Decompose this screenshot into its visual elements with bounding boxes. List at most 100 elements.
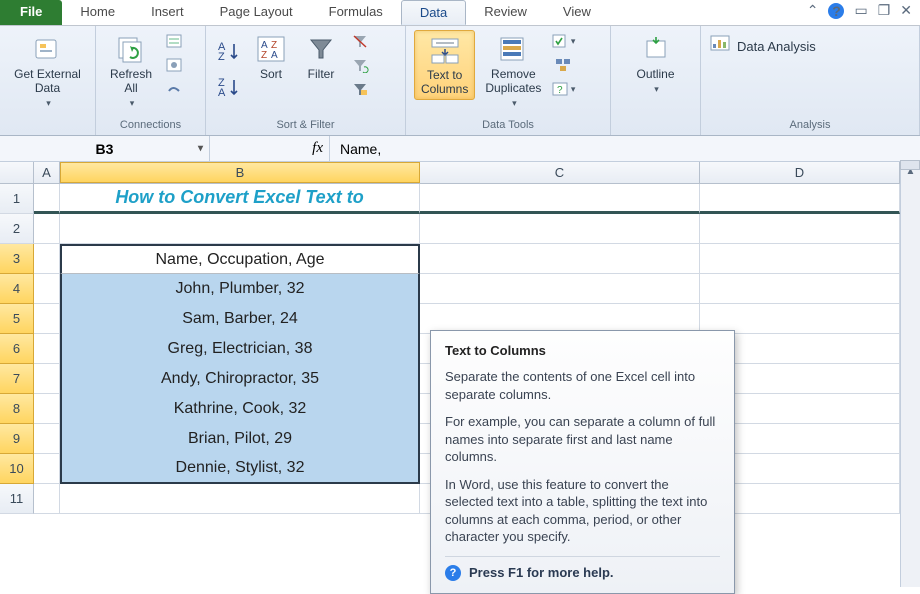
refresh-icon — [114, 32, 148, 66]
cell[interactable] — [700, 274, 900, 304]
properties-button[interactable] — [162, 54, 186, 76]
cell[interactable] — [60, 484, 420, 514]
cell[interactable]: John, Plumber, 32 — [60, 274, 420, 304]
get-external-data-button[interactable]: Get External Data — [8, 30, 87, 110]
svg-text:A: A — [271, 50, 278, 61]
cell[interactable]: Dennie, Stylist, 32 — [60, 454, 420, 484]
outline-icon — [639, 32, 673, 66]
sort-desc-button[interactable]: ZA — [214, 72, 244, 102]
tab-home[interactable]: Home — [62, 0, 133, 25]
cell[interactable] — [34, 424, 60, 454]
group-label-outline — [615, 129, 696, 135]
refresh-all-button[interactable]: Refresh All — [104, 30, 158, 110]
filter-button[interactable]: Filter — [298, 30, 344, 84]
data-analysis-button[interactable]: Data Analysis — [709, 34, 816, 59]
tab-view[interactable]: View — [545, 0, 609, 25]
clear-filter-button[interactable] — [348, 30, 372, 52]
text-to-columns-button[interactable]: Text to Columns — [414, 30, 475, 100]
connections-button[interactable] — [162, 30, 186, 52]
tab-file[interactable]: File — [0, 0, 62, 25]
reapply-filter-button[interactable] — [348, 54, 372, 76]
minimize-ribbon-icon[interactable]: ⌃ — [807, 2, 819, 19]
tooltip-title: Text to Columns — [445, 343, 720, 358]
row-header[interactable]: 5 — [0, 304, 34, 334]
row-header[interactable]: 9 — [0, 424, 34, 454]
cell[interactable]: Sam, Barber, 24 — [60, 304, 420, 334]
formula-value[interactable]: Name, — [330, 141, 381, 157]
help-icon: ? — [445, 565, 461, 581]
cell[interactable]: Andy, Chiropractor, 35 — [60, 364, 420, 394]
col-header-d[interactable]: D — [700, 162, 900, 183]
cell[interactable] — [420, 184, 700, 214]
cell[interactable] — [60, 214, 420, 244]
chevron-down-icon[interactable]: ▾ — [198, 143, 203, 154]
tab-review[interactable]: Review — [466, 0, 545, 25]
cell[interactable] — [34, 334, 60, 364]
tooltip-text-to-columns: Text to Columns Separate the contents of… — [430, 330, 735, 594]
select-all-corner[interactable] — [0, 162, 34, 183]
cell[interactable]: Brian, Pilot, 29 — [60, 424, 420, 454]
row-header[interactable]: 6 — [0, 334, 34, 364]
cell[interactable] — [34, 304, 60, 334]
whatif-button[interactable]: ? — [551, 78, 575, 100]
column-headers: A B C D — [0, 162, 920, 184]
cell[interactable] — [34, 214, 60, 244]
tab-formulas[interactable]: Formulas — [311, 0, 401, 25]
tooltip-paragraph: Separate the contents of one Excel cell … — [445, 368, 720, 403]
remove-duplicates-icon — [496, 32, 530, 66]
consolidate-button[interactable] — [551, 54, 575, 76]
row-header[interactable]: 8 — [0, 394, 34, 424]
name-box[interactable]: B3▾ — [0, 136, 210, 161]
cell[interactable]: Greg, Electrician, 38 — [60, 334, 420, 364]
minimize-window-icon[interactable]: ▭ — [854, 2, 867, 19]
data-validation-button[interactable] — [551, 30, 575, 52]
cell[interactable] — [34, 274, 60, 304]
edit-links-button[interactable] — [162, 78, 186, 100]
row-header[interactable]: 10 — [0, 454, 34, 484]
col-header-a[interactable]: A — [34, 162, 60, 183]
cell[interactable]: How to Convert Excel Text to — [60, 184, 420, 214]
cell[interactable] — [34, 184, 60, 214]
split-handle[interactable] — [900, 160, 920, 170]
row-header[interactable]: 11 — [0, 484, 34, 514]
col-header-b[interactable]: B — [60, 162, 420, 183]
tab-data[interactable]: Data — [401, 0, 466, 25]
remove-duplicates-button[interactable]: Remove Duplicates — [479, 30, 547, 110]
cell[interactable] — [700, 214, 900, 244]
row-header[interactable]: 2 — [0, 214, 34, 244]
sort-asc-button[interactable]: AZ — [214, 36, 244, 66]
cell[interactable] — [34, 394, 60, 424]
cell[interactable] — [34, 484, 60, 514]
cell[interactable] — [700, 184, 900, 214]
restore-window-icon[interactable]: ❐ — [878, 2, 891, 19]
tab-insert[interactable]: Insert — [133, 0, 202, 25]
cell-active[interactable]: Name, Occupation, Age — [60, 244, 420, 274]
sort-button[interactable]: AZZA Sort — [248, 30, 294, 84]
fx-button[interactable]: fx — [210, 136, 330, 161]
cell[interactable] — [700, 244, 900, 274]
row-header[interactable]: 1 — [0, 184, 34, 214]
cell[interactable] — [420, 244, 700, 274]
col-header-c[interactable]: C — [420, 162, 700, 183]
tooltip-paragraph: For example, you can separate a column o… — [445, 413, 720, 466]
advanced-filter-button[interactable] — [348, 78, 372, 100]
outline-button[interactable]: Outline — [630, 30, 680, 96]
cell[interactable] — [420, 214, 700, 244]
cell[interactable] — [420, 274, 700, 304]
group-label-datatools: Data Tools — [410, 117, 606, 135]
row-header[interactable]: 4 — [0, 274, 34, 304]
cell[interactable] — [34, 454, 60, 484]
help-icon[interactable]: ? — [828, 3, 844, 19]
cell[interactable]: Kathrine, Cook, 32 — [60, 394, 420, 424]
row-header[interactable]: 3 — [0, 244, 34, 274]
group-label-sortfilter: Sort & Filter — [210, 117, 401, 135]
group-label-analysis: Analysis — [705, 117, 915, 135]
group-label-connections: Connections — [100, 117, 201, 135]
close-window-icon[interactable]: ✕ — [900, 2, 912, 19]
ribbon-tabs: File Home Insert Page Layout Formulas Da… — [0, 0, 920, 26]
vertical-scrollbar[interactable]: ▲ — [900, 162, 920, 587]
row-header[interactable]: 7 — [0, 364, 34, 394]
cell[interactable] — [34, 244, 60, 274]
cell[interactable] — [34, 364, 60, 394]
tab-page-layout[interactable]: Page Layout — [202, 0, 311, 25]
